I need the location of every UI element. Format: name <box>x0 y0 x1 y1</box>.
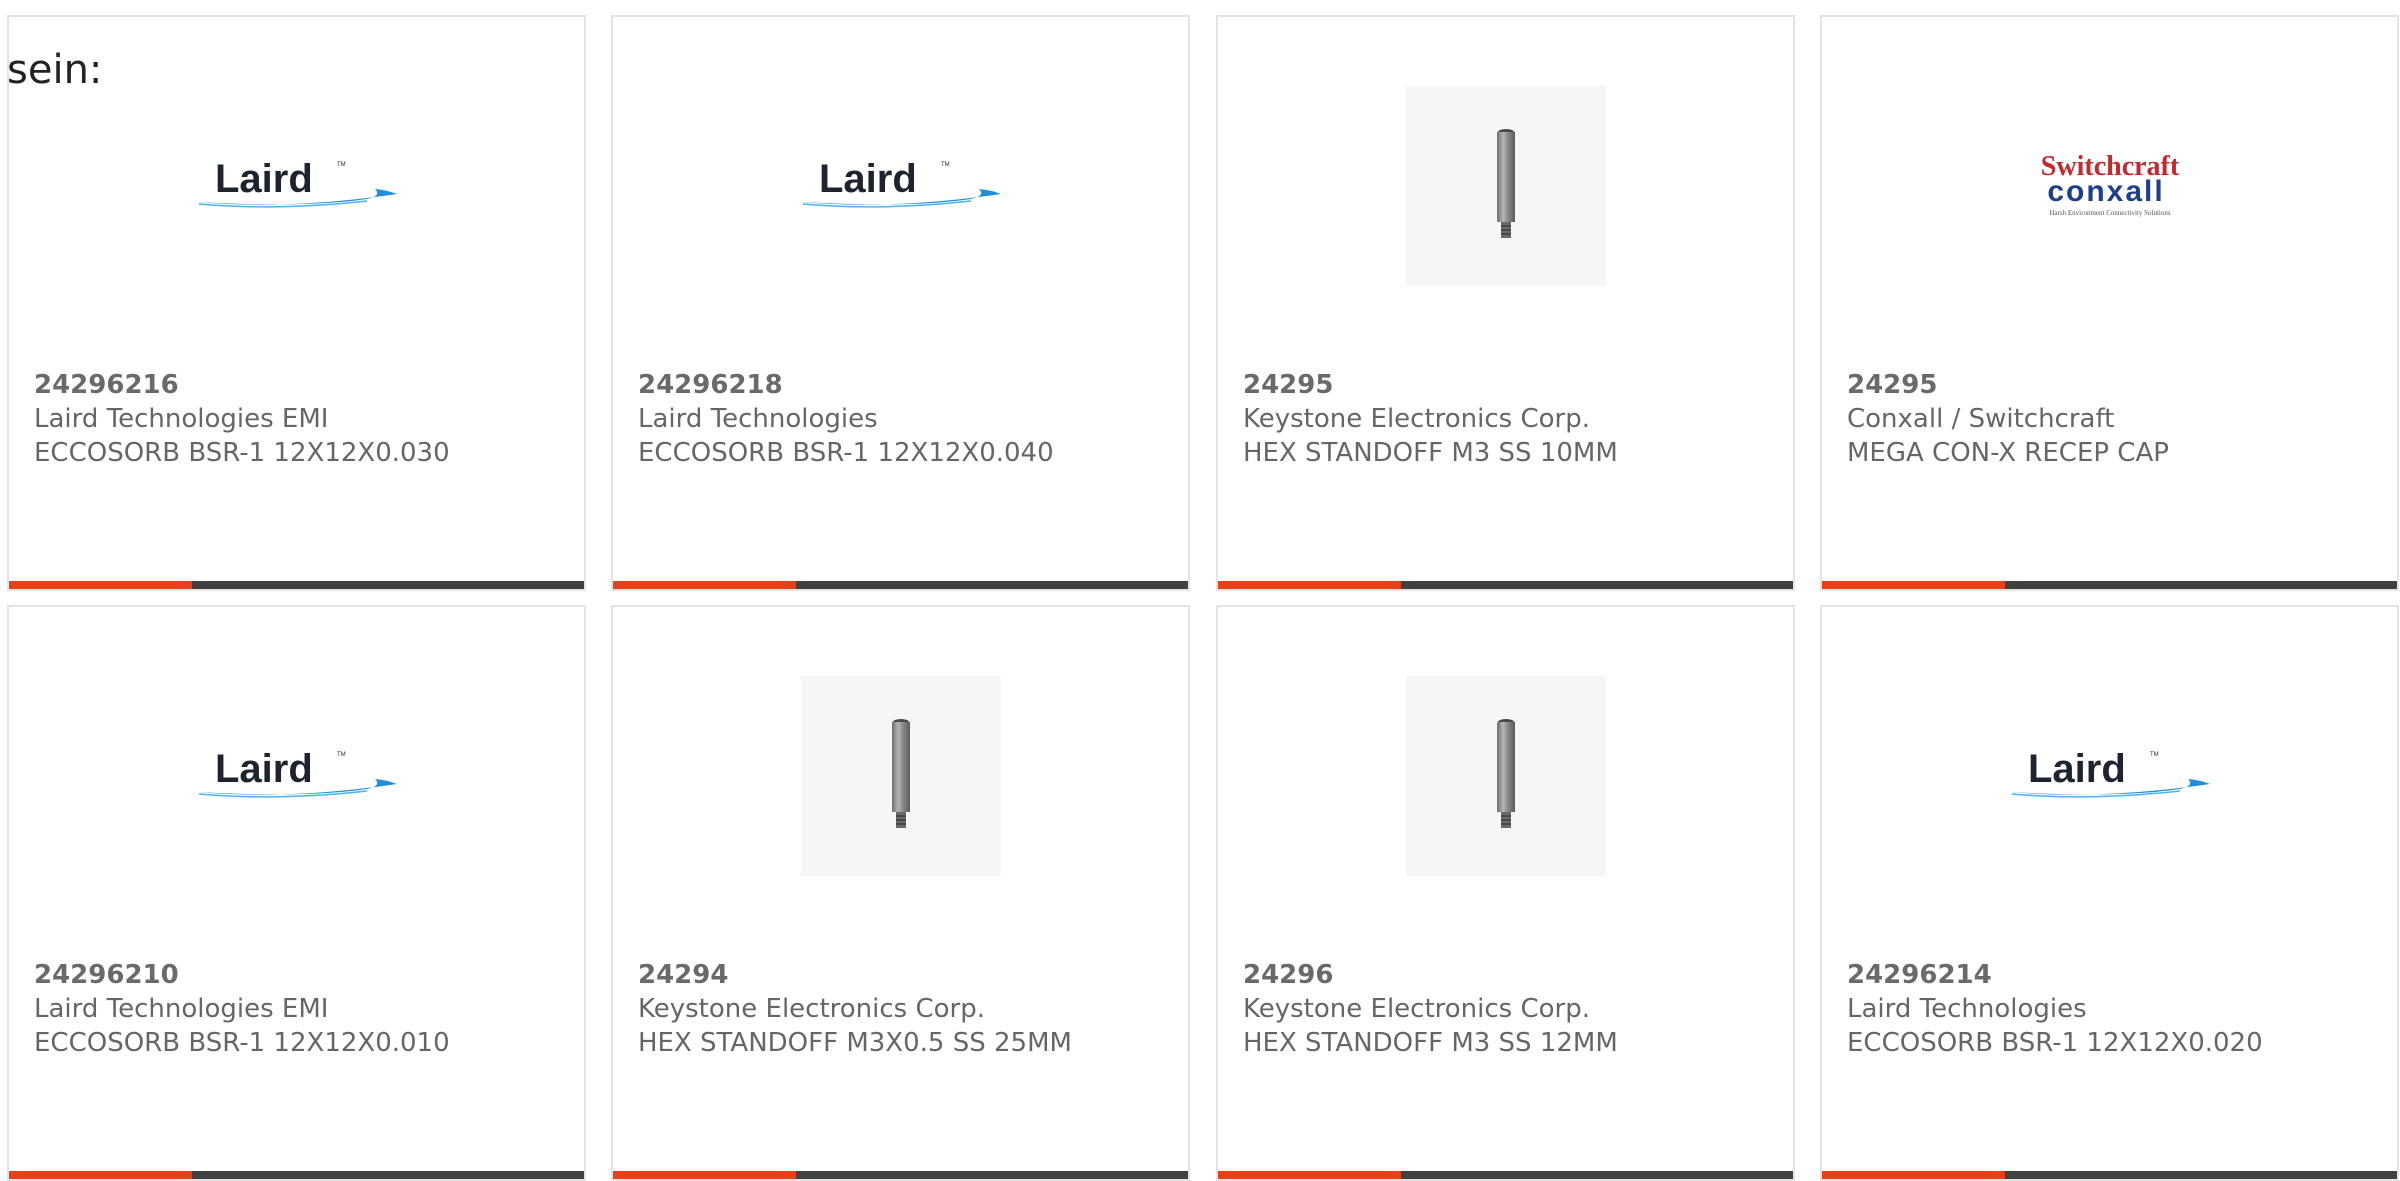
card-accent-bar <box>9 581 584 589</box>
manufacturer-name: Laird Technologies EMI <box>34 994 329 1024</box>
svg-text:TM: TM <box>2150 752 2159 758</box>
card-accent-fill <box>613 581 796 589</box>
product-card[interactable]: Laird TM 24296214 Laird Technologies ECCOSOR… <box>1820 605 2399 1181</box>
product-card[interactable]: Laird TM 24296210 Laird Technologies EMI ECC… <box>7 605 586 1181</box>
intro-text: sein: <box>7 47 103 93</box>
laird-logo-icon: Laird TM <box>2009 747 2210 798</box>
card-accent-bar <box>613 581 1188 589</box>
product-card[interactable]: 24294 Keystone Electronics Corp. HEX STAND… <box>611 605 1190 1181</box>
product-image[interactable] <box>800 676 1001 876</box>
product-description: ECCOSORB BSR-1 12X12X0.010 <box>34 1028 450 1058</box>
product-card[interactable]: 24296 Keystone Electronics Corp. HEX STAND… <box>1216 605 1795 1181</box>
product-description: ECCOSORB BSR-1 12X12X0.030 <box>34 438 450 468</box>
card-accent-fill <box>9 1171 192 1179</box>
product-info: 24296 Keystone Electronics Corp. HEX STAND… <box>1243 958 1783 1060</box>
part-number[interactable]: 24295 <box>1847 368 2387 402</box>
card-accent-bar <box>9 1171 584 1179</box>
product-card[interactable]: Laird TM 24296216 Laird Technologies EMI ECC… <box>7 15 586 591</box>
card-accent-fill <box>1218 581 1401 589</box>
laird-logo-icon: Laird TM <box>196 157 397 208</box>
product-image[interactable] <box>1405 676 1606 876</box>
product-info: 24296218 Laird Technologies ECCOSORB BSR-1… <box>638 368 1178 470</box>
product-info: 24294 Keystone Electronics Corp. HEX STAND… <box>638 958 1178 1060</box>
product-card[interactable]: Laird TM 24296218 Laird Technologies ECCOSOR… <box>611 15 1190 591</box>
part-number[interactable]: 24296 <box>1243 958 1783 992</box>
svg-text:TM: TM <box>941 162 950 168</box>
standoff-photo <box>1486 124 1526 248</box>
card-accent-bar <box>1218 1171 1793 1179</box>
product-description: ECCOSORB BSR-1 12X12X0.020 <box>1847 1028 2263 1058</box>
card-accent-fill <box>613 1171 796 1179</box>
laird-logo: Laird TM <box>196 154 397 218</box>
laird-logo: Laird TM <box>196 744 397 808</box>
manufacturer-name: Laird Technologies EMI <box>34 404 329 434</box>
manufacturer-name: Laird Technologies <box>638 404 878 434</box>
product-description: HEX STANDOFF M3X0.5 SS 25MM <box>638 1028 1072 1058</box>
card-accent-bar <box>1822 1171 2397 1179</box>
part-number[interactable]: 24296214 <box>1847 958 2387 992</box>
product-image[interactable]: Switchcraft conxall Harsh Environment Conn… <box>2010 86 2210 286</box>
product-image[interactable]: Laird TM <box>196 676 397 876</box>
product-info: 24296210 Laird Technologies EMI ECCOSORB B… <box>34 958 574 1060</box>
card-accent-bar <box>613 1171 1188 1179</box>
product-info: 24296214 Laird Technologies ECCOSORB BSR-1… <box>1847 958 2387 1060</box>
hex-standoff-icon <box>1496 719 1515 828</box>
product-description: MEGA CON-X RECEP CAP <box>1847 438 2169 468</box>
part-number[interactable]: 24296216 <box>34 368 574 402</box>
product-card[interactable]: 24295 Keystone Electronics Corp. HEX STAND… <box>1216 15 1795 591</box>
svg-text:Harsh Environment Connectivity: Harsh Environment Connectivity Solutions <box>2049 209 2170 217</box>
product-card[interactable]: Switchcraft conxall Harsh Environment Conn… <box>1820 15 2399 591</box>
manufacturer-name: Conxall / Switchcraft <box>1847 404 2115 434</box>
part-number[interactable]: 24294 <box>638 958 1178 992</box>
laird-logo: Laird TM <box>800 154 1001 218</box>
part-number[interactable]: 24296218 <box>638 368 1178 402</box>
svg-text:TM: TM <box>337 162 346 168</box>
hex-standoff-icon <box>891 719 910 828</box>
switchcraft-logo-icon: SwitchcraftconxallHarsh Environment Conn… <box>2040 151 2179 217</box>
card-accent-bar <box>1822 581 2397 589</box>
product-image[interactable]: Laird TM <box>196 86 397 286</box>
product-image[interactable] <box>1405 86 1606 286</box>
part-number[interactable]: 24295 <box>1243 368 1783 402</box>
product-description: HEX STANDOFF M3 SS 10MM <box>1243 438 1618 468</box>
laird-logo-icon: Laird TM <box>196 747 397 798</box>
svg-text:conxall: conxall <box>2047 175 2164 208</box>
hex-standoff-icon <box>1496 129 1515 238</box>
product-description: ECCOSORB BSR-1 12X12X0.040 <box>638 438 1054 468</box>
standoff-photo <box>881 714 921 838</box>
laird-logo-icon: Laird TM <box>800 157 1001 208</box>
card-accent-fill <box>1822 1171 2005 1179</box>
standoff-photo <box>1486 714 1526 838</box>
laird-logo-text: Laird <box>2028 747 2126 791</box>
card-accent-fill <box>1822 581 2005 589</box>
card-accent-fill <box>9 581 192 589</box>
product-image[interactable]: Laird TM <box>800 86 1001 286</box>
svg-text:TM: TM <box>337 752 346 758</box>
laird-logo-text: Laird <box>215 157 313 201</box>
part-number[interactable]: 24296210 <box>34 958 574 992</box>
card-accent-fill <box>1218 1171 1401 1179</box>
product-info: 24296216 Laird Technologies EMI ECCOSORB B… <box>34 368 574 470</box>
product-description: HEX STANDOFF M3 SS 12MM <box>1243 1028 1618 1058</box>
product-info: 24295 Conxall / Switchcraft MEGA CON-X REC… <box>1847 368 2387 470</box>
manufacturer-name: Laird Technologies <box>1847 994 2087 1024</box>
manufacturer-name: Keystone Electronics Corp. <box>1243 404 1591 434</box>
manufacturer-name: Keystone Electronics Corp. <box>638 994 986 1024</box>
product-image[interactable]: Laird TM <box>2009 676 2210 876</box>
manufacturer-name: Keystone Electronics Corp. <box>1243 994 1591 1024</box>
laird-logo-text: Laird <box>819 157 917 201</box>
laird-logo-text: Laird <box>215 747 313 791</box>
product-info: 24295 Keystone Electronics Corp. HEX STAND… <box>1243 368 1783 470</box>
switchcraft-conxall-logo: Switchcraft conxall Harsh Environment Conn… <box>2010 149 2210 223</box>
card-accent-bar <box>1218 581 1793 589</box>
laird-logo: Laird TM <box>2009 744 2210 808</box>
